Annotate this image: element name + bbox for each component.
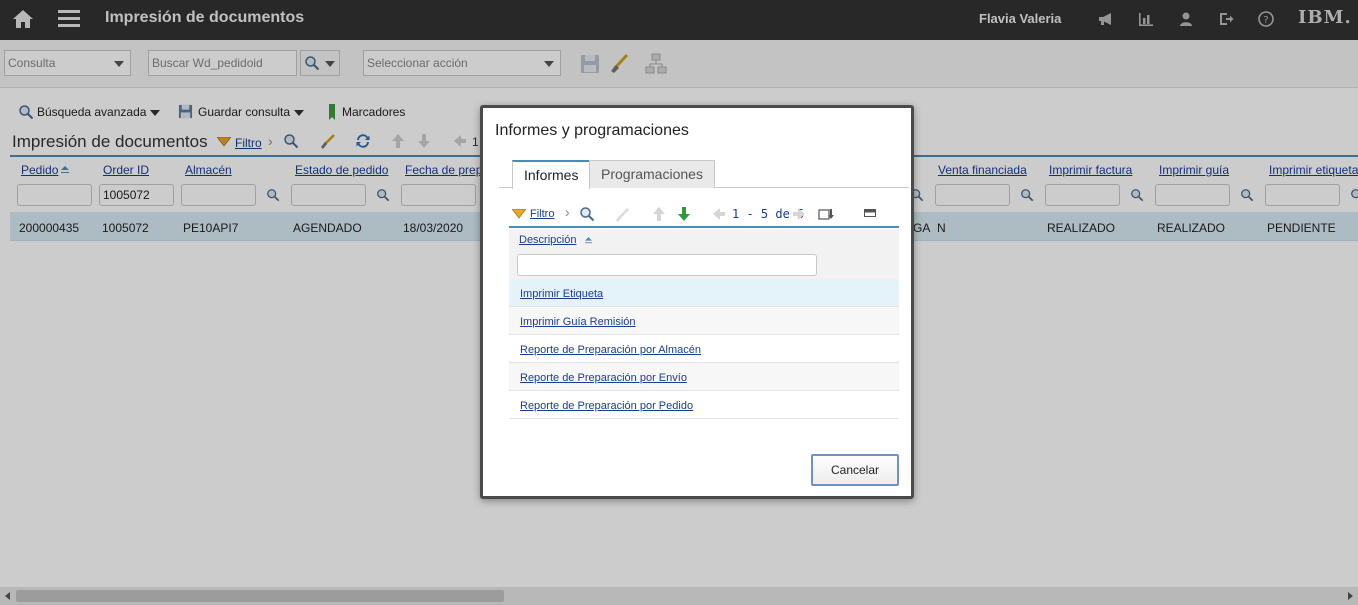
descripcion-filter-input[interactable] [517,254,817,276]
reports-dialog: Informes y programaciones Informes Progr… [480,105,914,499]
report-link[interactable]: Imprimir Etiqueta [520,288,603,300]
report-link[interactable]: Reporte de Preparación por Pedido [520,400,693,412]
col-descripcion[interactable]: Descripción [519,234,576,246]
report-link[interactable]: Reporte de Preparación por Envío [520,372,687,384]
report-link[interactable]: Reporte de Preparación por Almacén [520,344,701,356]
chevron-right-icon[interactable]: › [565,204,570,220]
list-item[interactable]: Reporte de Preparación por Almacén [509,335,899,363]
tab-programaciones[interactable]: Programaciones [589,160,715,188]
dialog-toolbar: Filtro › 1 - 5 de 5 [509,202,899,228]
arrow-up-icon[interactable] [652,206,666,222]
arrow-left-icon[interactable] [712,207,726,221]
list-item[interactable]: Imprimir Guía Remisión [509,307,899,335]
cancel-button[interactable]: Cancelar [811,454,899,486]
filter-icon[interactable] [512,209,526,219]
minimize-icon[interactable] [864,209,876,217]
list-item[interactable]: Reporte de Preparación por Envío [509,363,899,391]
clear-brush-icon[interactable] [615,207,630,222]
dialog-tabs: Informes Programaciones [499,158,909,189]
arrow-right-icon[interactable] [792,207,806,221]
search-icon[interactable] [579,206,595,222]
dialog-title: Informes y programaciones [495,122,689,139]
arrow-down-icon[interactable] [677,206,691,222]
list-item[interactable]: Reporte de Preparación por Pedido [509,391,899,419]
dialog-table-header: Descripción [509,229,899,251]
dialog-filter-row [509,251,899,279]
report-link[interactable]: Imprimir Guía Remisión [520,316,636,328]
download-icon[interactable] [818,207,834,221]
tab-informes[interactable]: Informes [512,160,591,189]
sort-asc-icon[interactable] [585,237,592,245]
list-item[interactable]: Imprimir Etiqueta [509,279,899,307]
dialog-filter-link[interactable]: Filtro [530,208,554,220]
